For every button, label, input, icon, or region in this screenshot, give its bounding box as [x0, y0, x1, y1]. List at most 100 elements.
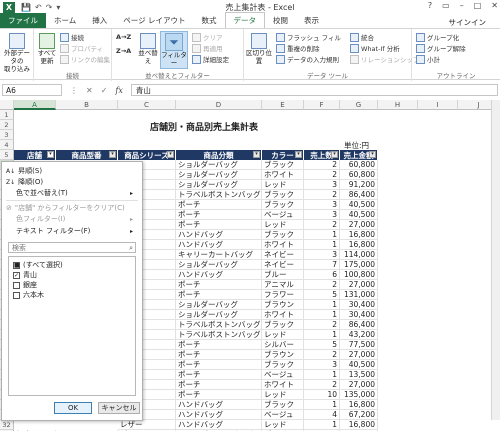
table-cell[interactable]: 2 — [304, 220, 340, 230]
table-cell[interactable]: 91,200 — [340, 180, 378, 190]
minimize-button[interactable]: – — [460, 1, 464, 10]
table-cell[interactable]: 3 — [304, 200, 340, 210]
table-cell[interactable]: ショルダーバッグ — [176, 310, 262, 320]
checkbox[interactable] — [13, 291, 20, 299]
clear-button[interactable]: クリア — [192, 32, 223, 42]
maximize-button[interactable]: □ — [474, 1, 482, 10]
table-cell[interactable]: ハンドバッグ — [176, 230, 262, 240]
tab-insert[interactable]: 挿入 — [84, 13, 115, 28]
table-cell[interactable]: ブラック — [262, 160, 304, 170]
filter-dropdown-icon[interactable]: ▾ — [253, 151, 260, 158]
table-cell[interactable]: 16,800 — [340, 400, 378, 410]
table-cell[interactable]: 27,000 — [340, 380, 378, 390]
table-cell[interactable]: 3 — [304, 210, 340, 220]
table-cell[interactable]: 13,500 — [340, 370, 378, 380]
table-cell[interactable]: 30,400 — [340, 310, 378, 320]
table-cell[interactable]: 40,500 — [340, 200, 378, 210]
table-cell[interactable]: ホワイト — [262, 380, 304, 390]
remove-duplicates-button[interactable]: 重複の削除 — [276, 43, 320, 53]
tab-file[interactable]: ファイル — [0, 13, 46, 28]
edit-links-button[interactable]: リンクの編集 — [60, 54, 110, 64]
row-header[interactable]: 1 — [0, 110, 14, 120]
table-cell[interactable]: 2 — [304, 170, 340, 180]
table-cell[interactable]: 86,400 — [340, 190, 378, 200]
column-header-b[interactable]: B — [56, 100, 118, 110]
filter-item-aoyama[interactable]: ✓ 青山 — [13, 270, 37, 280]
text-to-columns-button[interactable]: 区切り位置 — [246, 33, 272, 65]
row-header[interactable]: 5 — [0, 150, 14, 160]
filter-button[interactable]: ⏷ フィルター — [160, 31, 188, 69]
table-cell[interactable]: レッド — [262, 180, 304, 190]
table-cell[interactable]: 40,500 — [340, 210, 378, 220]
table-cell[interactable]: 86,400 — [340, 320, 378, 330]
consolidate-button[interactable]: 統合 — [350, 32, 374, 42]
formula-input[interactable]: 青山 — [130, 84, 498, 96]
table-cell[interactable]: 27,000 — [340, 280, 378, 290]
tab-home[interactable]: ホーム — [46, 13, 84, 28]
table-cell[interactable]: ショルダーバッグ — [176, 260, 262, 270]
close-button[interactable]: ✕ — [491, 1, 498, 10]
table-cell[interactable]: 2 — [304, 380, 340, 390]
undo-icon[interactable]: ↶ — [35, 3, 42, 12]
tab-page-layout[interactable]: ページ レイアウト — [115, 13, 193, 28]
table-cell[interactable]: 2 — [304, 160, 340, 170]
table-cell[interactable]: 16,800 — [340, 240, 378, 250]
table-cell[interactable]: 10 — [304, 390, 340, 400]
table-cell[interactable]: レッド — [262, 330, 304, 340]
insert-function-icon[interactable]: fx — [115, 86, 122, 95]
table-cell[interactable]: ポーチ — [176, 390, 262, 400]
table-cell[interactable]: ブラック — [262, 400, 304, 410]
name-box[interactable]: A6 — [2, 84, 62, 96]
table-cell[interactable]: ハンドバッグ — [176, 240, 262, 250]
table-cell[interactable]: 77,500 — [340, 340, 378, 350]
table-cell[interactable]: ポーチ — [176, 380, 262, 390]
checkbox[interactable]: ■ — [13, 261, 20, 269]
table-cell[interactable]: ブラック — [262, 230, 304, 240]
table-cell[interactable]: 114,000 — [340, 250, 378, 260]
table-cell[interactable]: ホワイト — [262, 170, 304, 180]
column-header-g[interactable]: G — [340, 100, 378, 110]
table-cell[interactable]: ブルー — [262, 270, 304, 280]
table-cell[interactable]: ベージュ — [262, 210, 304, 220]
table-cell[interactable]: レザー — [118, 420, 176, 430]
checkbox[interactable]: ✓ — [13, 271, 20, 279]
column-header-e[interactable]: E — [262, 100, 304, 110]
what-if-button[interactable]: What-If 分析 — [350, 43, 400, 53]
filter-ok-button[interactable]: OK — [54, 402, 92, 414]
table-cell[interactable]: ポーチ — [176, 200, 262, 210]
table-cell[interactable]: 43,200 — [340, 330, 378, 340]
refresh-all-button[interactable]: すべて 更新 — [36, 33, 58, 65]
table-cell[interactable]: ハンドバッグ — [176, 270, 262, 280]
filter-item-ginza[interactable]: 銀座 — [13, 280, 37, 290]
table-cell[interactable]: 1 — [304, 300, 340, 310]
table-cell[interactable]: 6 — [304, 270, 340, 280]
table-cell[interactable]: 175,000 — [340, 260, 378, 270]
table-cell[interactable]: ポーチ — [176, 210, 262, 220]
table-cell[interactable]: 67,200 — [340, 410, 378, 420]
table-cell[interactable]: 1 — [304, 370, 340, 380]
table-cell[interactable]: フラワー — [262, 290, 304, 300]
filter-text-filters[interactable]: テキスト フィルター(F) ▸ — [6, 226, 133, 236]
table-cell[interactable]: 60,800 — [340, 170, 378, 180]
filter-item-select-all[interactable]: ■ (すべて選択) — [13, 260, 63, 270]
table-cell[interactable]: キャリーカートバッグ — [176, 250, 262, 260]
ungroup-button[interactable]: グループ解除 — [416, 43, 466, 53]
vertical-scrollbar[interactable] — [491, 100, 500, 420]
table-cell[interactable]: シルバー — [262, 340, 304, 350]
table-cell[interactable]: ネイビー — [262, 260, 304, 270]
tab-review[interactable]: 校閲 — [265, 13, 296, 28]
table-cell[interactable]: 1 — [304, 400, 340, 410]
sort-descending-button[interactable]: Z→A — [116, 47, 131, 55]
filter-dropdown-icon[interactable]: ▾ — [331, 151, 338, 158]
table-cell[interactable]: 2 — [304, 280, 340, 290]
select-all-corner[interactable] — [0, 100, 14, 110]
table-cell[interactable]: 27,000 — [340, 350, 378, 360]
table-cell[interactable]: ポーチ — [176, 340, 262, 350]
relationships-button[interactable]: リレーションシップ — [350, 54, 419, 64]
table-cell[interactable]: 1 — [304, 310, 340, 320]
table-cell[interactable]: ホワイト — [262, 310, 304, 320]
table-cell[interactable]: トラベルボストンバッグ — [176, 190, 262, 200]
table-cell[interactable]: 1 — [304, 240, 340, 250]
table-cell[interactable]: ブラウン — [262, 300, 304, 310]
column-header-c[interactable]: C — [118, 100, 176, 110]
